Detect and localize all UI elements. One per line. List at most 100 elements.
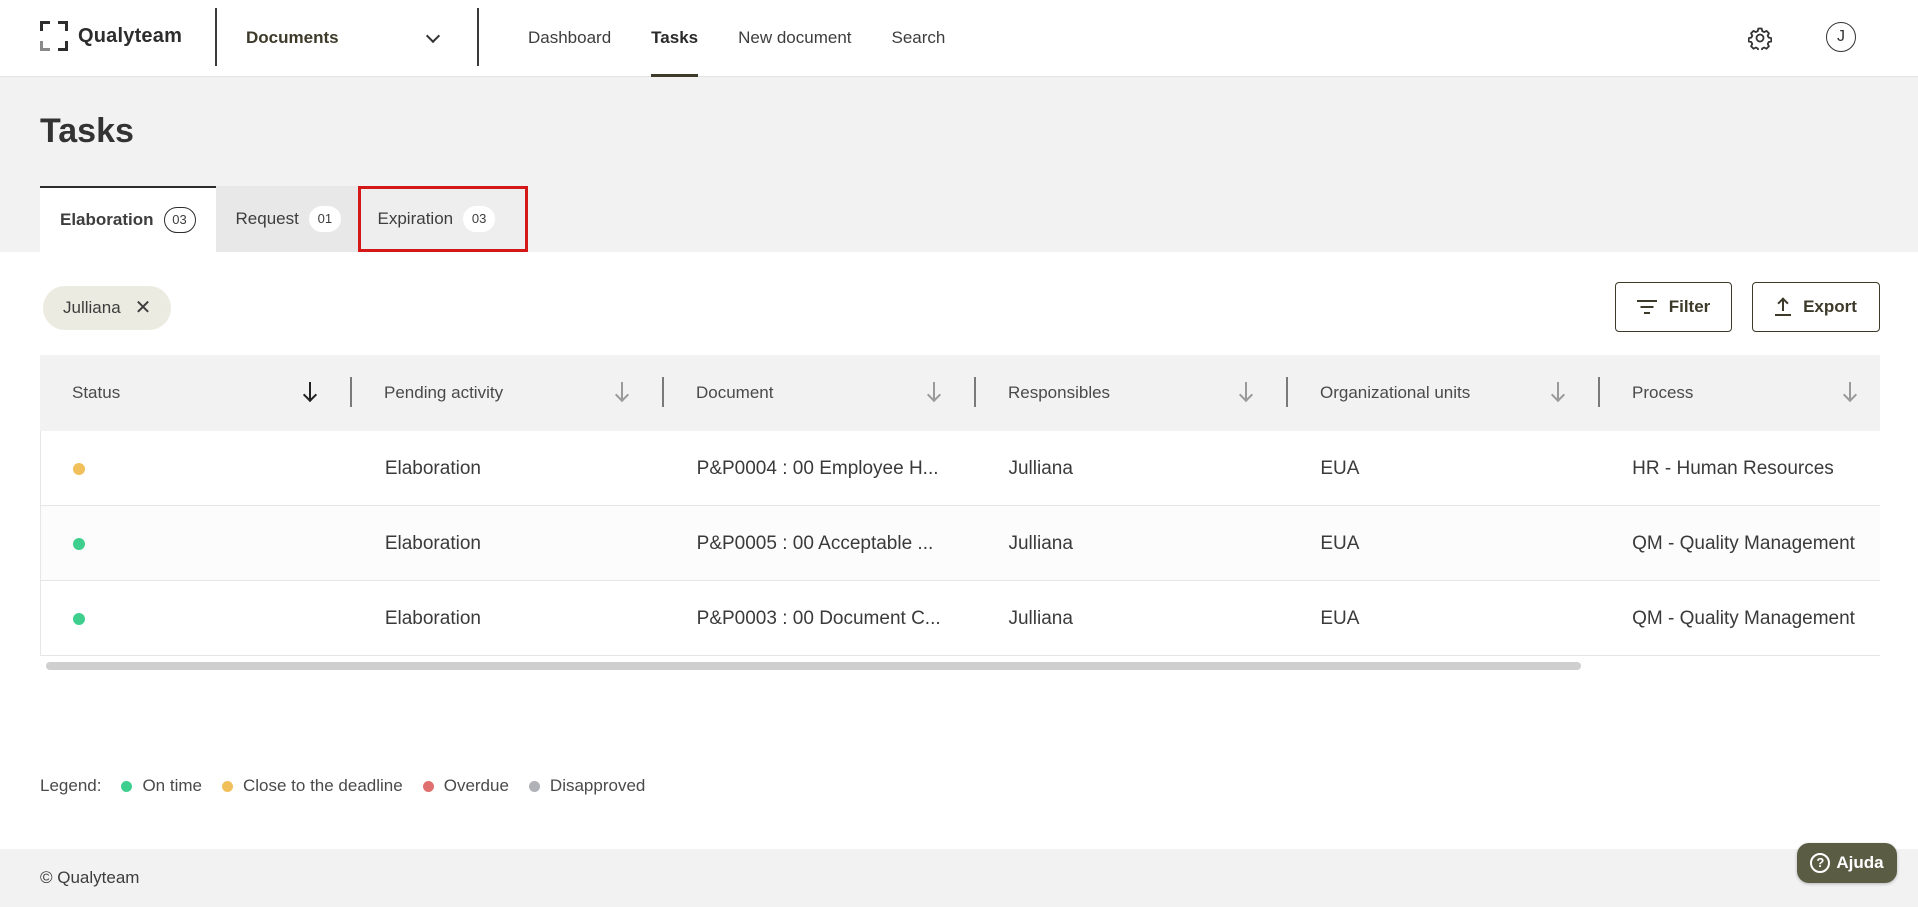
sort-arrow-icon[interactable] <box>1550 382 1566 403</box>
gear-icon[interactable] <box>1748 26 1772 50</box>
legend-dot <box>528 780 540 792</box>
status-dot <box>73 537 85 550</box>
organizational-unit-cell: EUA <box>1320 607 1360 629</box>
sort-arrow-icon[interactable] <box>302 382 318 403</box>
tab-expiration[interactable]: Expiration 03 <box>357 186 528 252</box>
column-header-label: Pending activity <box>384 383 504 402</box>
header-divider <box>477 8 479 66</box>
active-filter-chip[interactable]: Julliana ✕ <box>43 286 172 330</box>
sort-arrow-icon[interactable] <box>1842 382 1858 403</box>
legend-item: Overdue <box>422 776 509 796</box>
column-header-label: Document <box>696 383 774 402</box>
column-header-label: Responsibles <box>1008 383 1111 402</box>
column-header-document[interactable]: Document <box>664 355 976 431</box>
organizational-unit-cell: EUA <box>1320 457 1360 479</box>
document-cell[interactable]: P&P0004 : 00 Employee H... <box>665 431 977 506</box>
export-button-label: Export <box>1803 297 1857 316</box>
column-header-label: Process <box>1632 383 1694 402</box>
filter-chip-label: Julliana <box>63 298 121 317</box>
user-avatar[interactable]: J <box>1826 22 1856 52</box>
legend-title: Legend: <box>40 776 102 795</box>
tab-label: Expiration <box>377 209 454 228</box>
table-body: Elaboration P&P0004 : 00 Employee H... J… <box>40 431 1880 656</box>
brand-name: Qualyteam <box>78 24 183 47</box>
responsibles-cell: Julliana <box>1008 457 1073 479</box>
responsibles-cell: Julliana <box>1008 532 1073 554</box>
table-row[interactable]: Elaboration P&P0003 : 00 Document C... J… <box>41 581 1880 656</box>
help-button[interactable]: ? Ajuda <box>1797 843 1897 883</box>
tab-count-badge: 03 <box>463 206 496 232</box>
page-footer: © Qualyteam <box>0 849 1918 907</box>
tab-count-badge: 01 <box>308 206 341 232</box>
legend-label: Close to the deadline <box>242 776 403 795</box>
page-header: Tasks Elaboration 03 Request 01 Expirati… <box>0 77 1918 252</box>
responsibles-cell: Julliana <box>1008 607 1073 629</box>
nav-new-document[interactable]: New document <box>738 0 851 77</box>
tab-elaboration[interactable]: Elaboration 03 <box>40 186 216 252</box>
qualyteam-logo-icon <box>40 21 68 51</box>
filter-button[interactable]: Filter <box>1615 282 1732 332</box>
help-button-label: Ajuda <box>1836 853 1884 872</box>
horizontal-scrollbar[interactable] <box>46 662 1581 670</box>
document-name: P&P0004 : 00 Employee H... <box>696 457 939 479</box>
legend-dot <box>221 780 233 792</box>
legend-dot <box>422 780 434 792</box>
table-row[interactable]: Elaboration P&P0005 : 00 Acceptable ... … <box>41 506 1880 581</box>
legend-label: Overdue <box>443 776 509 795</box>
column-header-status[interactable]: Status <box>40 355 352 431</box>
filter-icon <box>1636 300 1657 314</box>
status-cell <box>41 506 353 581</box>
tab-request[interactable]: Request 01 <box>215 186 358 252</box>
pending-activity-cell: Elaboration <box>384 607 481 629</box>
legend-item: On time <box>121 776 202 796</box>
process-cell: QM - Quality Management <box>1632 532 1855 554</box>
document-name: P&P0005 : 00 Acceptable ... <box>696 532 934 554</box>
status-dot <box>73 462 85 475</box>
tab-label: Request <box>235 209 299 228</box>
status-legend: Legend: On time Close to the deadline Ov… <box>40 776 645 796</box>
module-selector-label: Documents <box>246 28 339 47</box>
question-icon: ? <box>1810 853 1831 873</box>
column-header-process[interactable]: Process <box>1600 355 1880 431</box>
pending-activity-cell: Elaboration <box>384 457 481 479</box>
copyright-text: © Qualyteam <box>40 868 140 887</box>
task-tabs: Elaboration 03 Request 01 Expiration 03 <box>40 186 528 252</box>
status-cell <box>41 431 353 506</box>
organizational-unit-cell: EUA <box>1320 532 1360 554</box>
column-header-organizational-units[interactable]: Organizational units <box>1288 355 1600 431</box>
filter-button-label: Filter <box>1668 297 1711 316</box>
sort-arrow-icon[interactable] <box>926 382 942 403</box>
column-header-label: Status <box>72 383 121 402</box>
column-header-label: Organizational units <box>1320 383 1471 402</box>
nav-tasks[interactable]: Tasks <box>651 0 698 77</box>
legend-item: Disapproved <box>528 776 646 796</box>
chevron-down-icon <box>425 28 441 43</box>
document-cell[interactable]: P&P0005 : 00 Acceptable ... <box>665 506 977 581</box>
process-cell: QM - Quality Management <box>1632 607 1855 629</box>
legend-label: Disapproved <box>549 776 646 795</box>
header-divider <box>215 8 217 66</box>
upload-icon <box>1775 297 1792 316</box>
tab-label: Elaboration <box>60 210 154 229</box>
nav-dashboard[interactable]: Dashboard <box>528 0 611 77</box>
top-navigation-bar: Qualyteam Documents Dashboard Tasks New … <box>0 0 1918 77</box>
column-header-responsibles[interactable]: Responsibles <box>976 355 1288 431</box>
table-row[interactable]: Elaboration P&P0004 : 00 Employee H... J… <box>41 431 1880 506</box>
close-icon[interactable]: ✕ <box>135 298 152 318</box>
export-button[interactable]: Export <box>1752 282 1880 332</box>
legend-dot <box>121 780 133 792</box>
document-cell[interactable]: P&P0003 : 00 Document C... <box>665 581 977 656</box>
page-title: Tasks <box>40 112 134 150</box>
qualyteam-logo[interactable]: Qualyteam <box>40 20 182 52</box>
pending-activity-cell: Elaboration <box>384 532 481 554</box>
sort-arrow-icon[interactable] <box>614 382 630 403</box>
tasks-table: Status Pending activity Document Respons… <box>40 355 1880 656</box>
process-cell: HR - Human Resources <box>1632 457 1834 479</box>
column-header-pending-activity[interactable]: Pending activity <box>352 355 664 431</box>
module-selector[interactable]: Documents <box>246 24 446 52</box>
sort-arrow-icon[interactable] <box>1238 382 1254 403</box>
nav-search[interactable]: Search <box>892 0 946 77</box>
table-header: Status Pending activity Document Respons… <box>40 355 1880 431</box>
legend-item: Close to the deadline <box>221 776 403 796</box>
tab-count-badge: 03 <box>163 207 196 233</box>
